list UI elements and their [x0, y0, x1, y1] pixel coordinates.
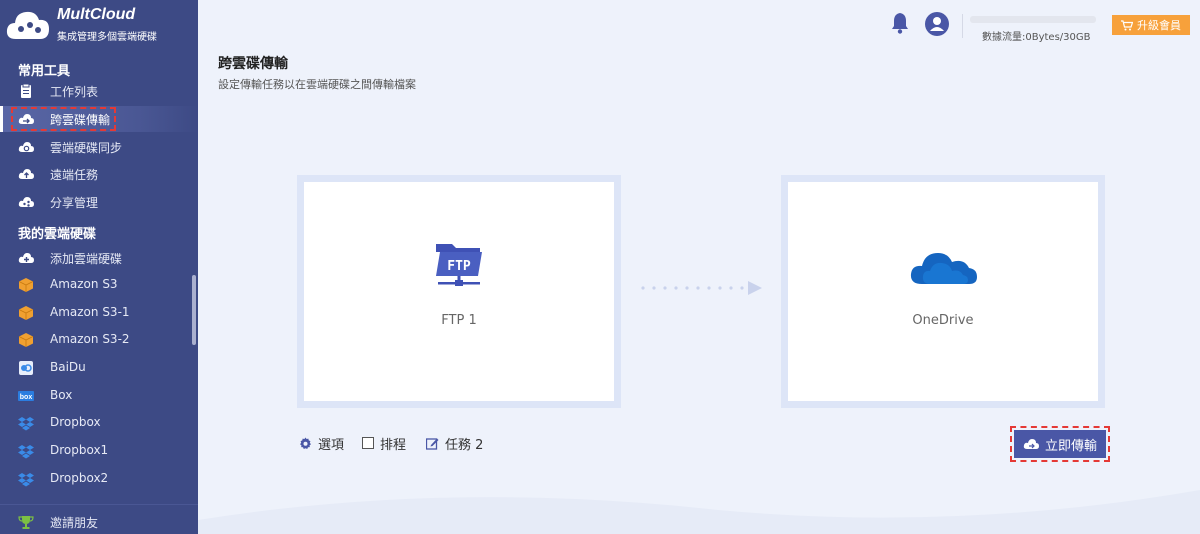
- background-wave: [198, 490, 1200, 534]
- clipboard-icon: [21, 83, 31, 98]
- dropbox-icon: [18, 417, 34, 431]
- sidebar-item-label: Amazon S3-2: [50, 332, 130, 346]
- logo[interactable]: MultCloud 集成管理多個雲端硬碟: [0, 0, 198, 48]
- cloud-sync-icon: [18, 142, 34, 152]
- sidebar-item-cloud-sync[interactable]: 雲端硬碟同步: [0, 134, 198, 160]
- amazon-s3-icon: [18, 333, 34, 347]
- dropbox-icon: [18, 445, 34, 459]
- transfer-now-button[interactable]: 立即傳輸: [1014, 430, 1106, 458]
- sidebar: MultCloud 集成管理多個雲端硬碟 常用工具 工作列表 跨雲碟傳輸 雲端硬…: [0, 0, 198, 534]
- box-icon: box: [18, 391, 34, 401]
- brand-tagline: 集成管理多個雲端硬碟: [57, 32, 157, 43]
- sidebar-item-amazon-s3-1[interactable]: Amazon S3-1: [0, 300, 198, 326]
- sidebar-item-box[interactable]: box Box: [0, 383, 198, 409]
- page-subtitle: 設定傳輸任務以在雲端硬碟之間傳輸檔案: [218, 78, 416, 91]
- sidebar-item-invite-friends[interactable]: 邀請朋友: [0, 509, 198, 534]
- section-title-tools: 常用工具: [18, 64, 71, 79]
- transfer-button-highlight: 立即傳輸: [1010, 426, 1110, 462]
- sidebar-item-label: Dropbox: [50, 415, 101, 429]
- source-card[interactable]: FTP FTP 1: [297, 175, 621, 408]
- sidebar-item-amazon-s3-2[interactable]: Amazon S3-2: [0, 327, 198, 353]
- amazon-s3-icon: [18, 306, 34, 320]
- avatar[interactable]: [925, 12, 949, 36]
- sidebar-item-label: BaiDu: [50, 360, 86, 374]
- cloud-transfer-icon: [1023, 439, 1039, 449]
- edit-icon: [426, 437, 439, 450]
- sidebar-item-label: Dropbox2: [50, 471, 109, 485]
- sidebar-item-share-management[interactable]: 分享管理: [0, 189, 198, 215]
- schedule-toggle[interactable]: 排程: [362, 434, 407, 453]
- sidebar-item-label: 添加雲端硬碟: [50, 252, 123, 266]
- section-title-drives: 我的雲端硬碟: [18, 227, 97, 242]
- upgrade-label: 升級會員: [1137, 20, 1181, 32]
- options-button[interactable]: 選項: [299, 434, 345, 453]
- target-card-body[interactable]: OneDrive: [788, 182, 1098, 401]
- schedule-checkbox[interactable]: [362, 437, 374, 449]
- sidebar-item-label: 雲端硬碟同步: [50, 141, 123, 155]
- cloud-share-icon: [18, 197, 34, 207]
- amazon-s3-icon: [18, 278, 34, 292]
- notification-bell-icon[interactable]: [890, 12, 910, 34]
- sidebar-item-label: 工作列表: [50, 85, 99, 99]
- cloud-add-icon: [18, 253, 34, 263]
- target-card[interactable]: OneDrive: [781, 175, 1105, 408]
- schedule-label: 排程: [380, 437, 407, 453]
- trophy-icon: [18, 516, 34, 529]
- target-label: OneDrive: [912, 313, 974, 328]
- brand-name: MultCloud: [57, 6, 136, 23]
- ftp-icon-text: FTP: [447, 259, 471, 274]
- sidebar-item-label: Dropbox1: [50, 443, 109, 457]
- sidebar-item-label: 遠端任務: [50, 168, 99, 182]
- sidebar-item-label: Box: [50, 388, 73, 402]
- traffic-text: 數據流量:0Bytes/30GB: [982, 32, 1091, 43]
- source-label: FTP 1: [441, 313, 477, 328]
- upgrade-button[interactable]: 升級會員: [1112, 15, 1190, 35]
- gear-icon: [300, 437, 311, 449]
- page-title: 跨雲碟傳輸: [218, 56, 288, 72]
- sidebar-item-task-list[interactable]: 工作列表: [0, 78, 198, 104]
- ftp-icon: FTP: [436, 244, 482, 286]
- onedrive-icon: [910, 253, 977, 284]
- sidebar-scrollbar[interactable]: [192, 275, 196, 345]
- sidebar-item-remote-upload[interactable]: 遠端任務: [0, 161, 198, 187]
- transfer-now-label: 立即傳輸: [1044, 437, 1097, 453]
- topbar-divider: [962, 14, 963, 38]
- baidu-icon: [19, 361, 33, 375]
- multcloud-logo-icon: [6, 11, 49, 39]
- sidebar-item-label: Amazon S3: [50, 277, 118, 291]
- sidebar-highlight-box: [11, 107, 116, 131]
- sidebar-item-dropbox1[interactable]: Dropbox1: [0, 438, 198, 464]
- sidebar-item-add-cloud[interactable]: 添加雲端硬碟: [0, 245, 198, 271]
- dropbox-icon: [18, 473, 34, 487]
- options-label: 選項: [318, 437, 345, 453]
- sidebar-item-dropbox2[interactable]: Dropbox2: [0, 466, 198, 492]
- sidebar-item-amazon-s3[interactable]: Amazon S3: [0, 272, 198, 298]
- traffic-progress-bar: [970, 16, 1096, 23]
- sidebar-item-dropbox[interactable]: Dropbox: [0, 410, 198, 436]
- active-indicator: [0, 106, 3, 132]
- task-name-edit[interactable]: 任務 2: [426, 434, 484, 453]
- svg-text:box: box: [20, 394, 33, 401]
- source-card-body[interactable]: FTP FTP 1: [304, 182, 614, 401]
- cloud-upload-icon: [18, 169, 34, 179]
- sidebar-item-baidu[interactable]: BaiDu: [0, 355, 198, 381]
- sidebar-item-label: 邀請朋友: [50, 516, 99, 530]
- transfer-arrow-icon: [641, 281, 762, 295]
- sidebar-footer: 邀請朋友: [0, 504, 198, 534]
- sidebar-item-label: 分享管理: [50, 196, 99, 210]
- sidebar-item-label: Amazon S3-1: [50, 305, 130, 319]
- cart-icon: [1121, 19, 1133, 30]
- user-icon: [930, 17, 944, 31]
- task-name-label: 任務 2: [445, 437, 484, 453]
